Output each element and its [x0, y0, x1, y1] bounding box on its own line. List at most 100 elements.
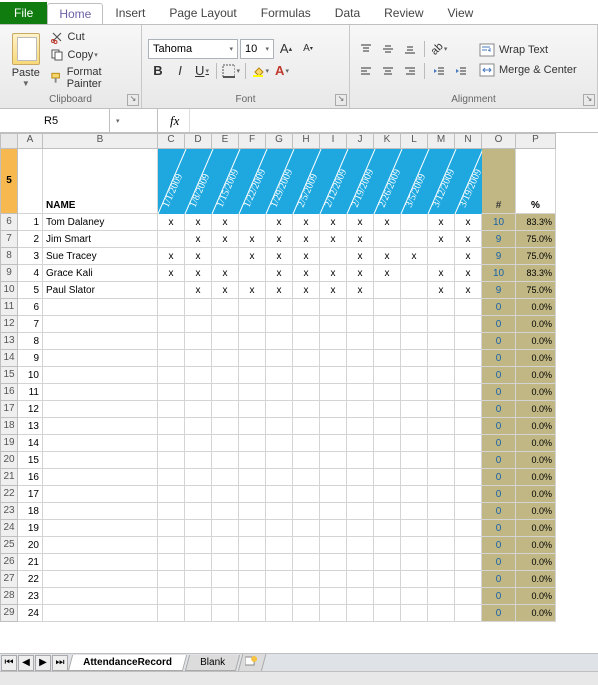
col-header[interactable]: J [347, 133, 374, 149]
cell-mark[interactable] [401, 605, 428, 622]
cell-mark[interactable] [158, 588, 185, 605]
cell-mark[interactable] [185, 333, 212, 350]
cell-mark[interactable]: x [347, 265, 374, 282]
cell-pct[interactable]: 0.0% [516, 333, 556, 350]
col-header[interactable]: O [482, 133, 516, 149]
cell-count[interactable]: 0 [482, 537, 516, 554]
cell-mark[interactable] [239, 333, 266, 350]
cell-mark[interactable] [185, 435, 212, 452]
cell-mark[interactable] [239, 367, 266, 384]
cell-mark[interactable] [239, 486, 266, 503]
cell-pct[interactable]: 83.3% [516, 214, 556, 231]
cell-mark[interactable] [401, 350, 428, 367]
cell-mark[interactable] [401, 265, 428, 282]
cell-serial[interactable]: 8 [18, 333, 43, 350]
cell-mark[interactable] [266, 537, 293, 554]
row-header[interactable]: 5 [0, 149, 18, 214]
alignment-launcher-icon[interactable]: ↘ [583, 94, 595, 106]
cell-mark[interactable] [374, 435, 401, 452]
cell-mark[interactable] [374, 401, 401, 418]
cell-mark[interactable] [293, 418, 320, 435]
cell-mark[interactable] [158, 571, 185, 588]
cell-mark[interactable] [347, 384, 374, 401]
cell-mark[interactable] [374, 299, 401, 316]
cell-mark[interactable] [293, 367, 320, 384]
cell-mark[interactable] [212, 384, 239, 401]
cell-mark[interactable] [158, 231, 185, 248]
cell-mark[interactable]: x [239, 248, 266, 265]
orientation-button[interactable]: ab▾ [429, 39, 449, 59]
cell-mark[interactable] [401, 214, 428, 231]
cell-mark[interactable] [428, 605, 455, 622]
cell-mark[interactable] [158, 316, 185, 333]
cell-mark[interactable] [374, 486, 401, 503]
cell-mark[interactable] [455, 384, 482, 401]
cell-pct[interactable]: 0.0% [516, 588, 556, 605]
cell-mark[interactable] [347, 452, 374, 469]
cell-mark[interactable] [401, 333, 428, 350]
home-tab[interactable]: Home [47, 3, 103, 24]
cell-name[interactable] [43, 367, 158, 384]
cell-mark[interactable] [293, 333, 320, 350]
cell-mark[interactable]: x [374, 248, 401, 265]
underline-button[interactable]: U▾ [192, 61, 212, 81]
cell-name[interactable] [43, 588, 158, 605]
row-header[interactable]: 24 [0, 520, 18, 537]
cell-mark[interactable] [374, 384, 401, 401]
cell-mark[interactable]: x [455, 231, 482, 248]
cell-pct[interactable]: 0.0% [516, 452, 556, 469]
cell[interactable] [18, 149, 43, 214]
bold-button[interactable]: B [148, 61, 168, 81]
cell-mark[interactable] [293, 571, 320, 588]
cell-mark[interactable]: x [455, 214, 482, 231]
cell-mark[interactable] [212, 537, 239, 554]
cell-mark[interactable] [455, 537, 482, 554]
row-header[interactable]: 7 [0, 231, 18, 248]
cell-mark[interactable] [401, 486, 428, 503]
cell-mark[interactable] [239, 384, 266, 401]
row-header[interactable]: 21 [0, 469, 18, 486]
cell-serial[interactable]: 6 [18, 299, 43, 316]
cell-mark[interactable] [293, 554, 320, 571]
cell-mark[interactable] [266, 367, 293, 384]
cell-pct[interactable]: 0.0% [516, 571, 556, 588]
cell-pct[interactable]: 0.0% [516, 469, 556, 486]
cell-name[interactable] [43, 554, 158, 571]
cell-mark[interactable] [158, 401, 185, 418]
wrap-text-button[interactable]: Wrap Text [479, 43, 577, 57]
cell-mark[interactable] [266, 588, 293, 605]
cell-mark[interactable] [266, 554, 293, 571]
cell-mark[interactable] [428, 520, 455, 537]
cell-mark[interactable] [320, 333, 347, 350]
row-header[interactable]: 18 [0, 418, 18, 435]
cell-mark[interactable] [293, 469, 320, 486]
row-header[interactable]: 23 [0, 503, 18, 520]
fx-icon[interactable]: fx [170, 113, 179, 129]
row-header[interactable]: 12 [0, 316, 18, 333]
font-launcher-icon[interactable]: ↘ [335, 94, 347, 106]
cell-count[interactable]: 0 [482, 299, 516, 316]
cell-mark[interactable] [347, 554, 374, 571]
cell-mark[interactable] [347, 605, 374, 622]
cell-mark[interactable] [239, 265, 266, 282]
cell-mark[interactable]: x [158, 214, 185, 231]
cell-count[interactable]: 0 [482, 350, 516, 367]
cell-mark[interactable] [293, 435, 320, 452]
cell-mark[interactable] [266, 401, 293, 418]
cell-mark[interactable] [239, 554, 266, 571]
cell-mark[interactable] [374, 469, 401, 486]
merge-center-button[interactable]: Merge & Center [479, 63, 577, 77]
cell-mark[interactable] [293, 350, 320, 367]
cell-mark[interactable] [401, 316, 428, 333]
cell-mark[interactable] [401, 452, 428, 469]
cell-mark[interactable] [185, 418, 212, 435]
cell-pct[interactable]: 0.0% [516, 554, 556, 571]
cell-mark[interactable] [374, 605, 401, 622]
cell-mark[interactable] [347, 469, 374, 486]
row-header[interactable]: 26 [0, 554, 18, 571]
data-tab[interactable]: Data [323, 2, 372, 24]
cell-mark[interactable] [347, 418, 374, 435]
cell-serial[interactable]: 5 [18, 282, 43, 299]
cell-mark[interactable] [455, 418, 482, 435]
cell-mark[interactable] [401, 418, 428, 435]
